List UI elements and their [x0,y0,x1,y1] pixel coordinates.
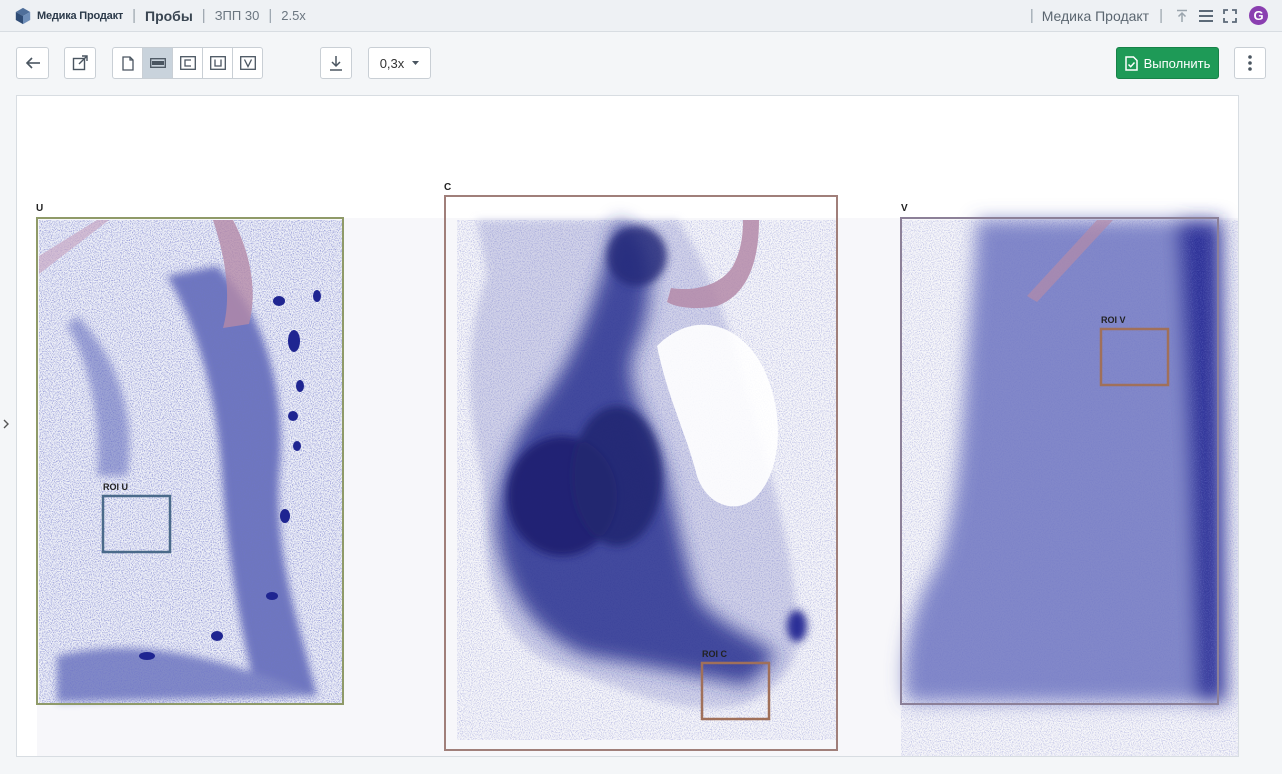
slide-canvas[interactable] [17,96,1239,757]
view-v-button[interactable] [232,47,263,79]
document-check-icon [1124,55,1138,71]
external-link-icon [72,55,88,71]
breadcrumb-section[interactable]: Пробы [145,8,193,24]
header-divider: | [268,7,273,24]
roi-label-v: ROI V [1101,315,1126,325]
view-strip-button[interactable] [142,47,173,79]
download-button[interactable] [320,47,352,79]
view-page-button[interactable] [112,47,143,79]
more-options-button[interactable] [1234,47,1266,79]
arrow-left-icon [25,57,40,69]
app-header: Медика Продакт | Пробы | ЗПП 30 | 2.5x |… [0,0,1282,32]
fullscreen-icon[interactable] [1221,7,1239,25]
letter-v-box-icon [239,56,256,70]
run-button[interactable]: Выполнить [1116,47,1219,79]
organization-name[interactable]: Медика Продакт [1042,8,1149,24]
breadcrumb-magnification[interactable]: 2.5x [281,8,306,23]
menu-icon[interactable] [1197,7,1215,25]
breadcrumb-sample[interactable]: ЗПП 30 [215,8,260,23]
sample-v[interactable] [900,217,1239,756]
sample-c[interactable] [444,195,838,751]
user-avatar[interactable]: G [1249,6,1268,25]
open-external-button[interactable] [64,47,96,79]
download-icon [330,56,342,71]
page-icon [121,55,134,71]
sample-label-c: C [444,182,452,193]
zoom-value: 0,3x [379,55,405,71]
sample-u[interactable] [36,217,344,705]
run-button-label: Выполнить [1143,55,1211,71]
header-divider: | [201,7,206,24]
kebab-menu-icon [1248,55,1252,71]
toolbar: 0,3x Выполнить [0,33,1282,93]
header-divider: | [1029,7,1034,24]
pin-top-icon[interactable] [1173,7,1191,25]
cube-logo-icon [15,7,31,24]
app-logo[interactable]: Медика Продакт [14,7,123,25]
logo-text: Медика Продакт [37,9,124,22]
header-divider: | [132,7,137,24]
back-button[interactable] [16,47,49,79]
zoom-select[interactable]: 0,3x [368,47,431,79]
chevron-right-icon [3,419,9,429]
view-u-button[interactable] [202,47,233,79]
letter-u-box-icon [209,56,226,70]
letter-c-box-icon [179,56,196,70]
view-c-button[interactable] [172,47,203,79]
slide-viewer[interactable]: U ROI U C ROI C V ROI V [16,95,1239,757]
view-mode-group [112,47,263,79]
roi-label-u: ROI U [103,482,129,492]
caret-down-icon [412,61,420,65]
side-panel-toggle[interactable] [3,417,9,432]
strip-icon [149,58,166,68]
sample-label-u: U [36,203,44,214]
roi-label-c: ROI C [702,649,728,659]
sample-label-v: V [901,203,908,214]
header-divider: | [1159,7,1163,24]
